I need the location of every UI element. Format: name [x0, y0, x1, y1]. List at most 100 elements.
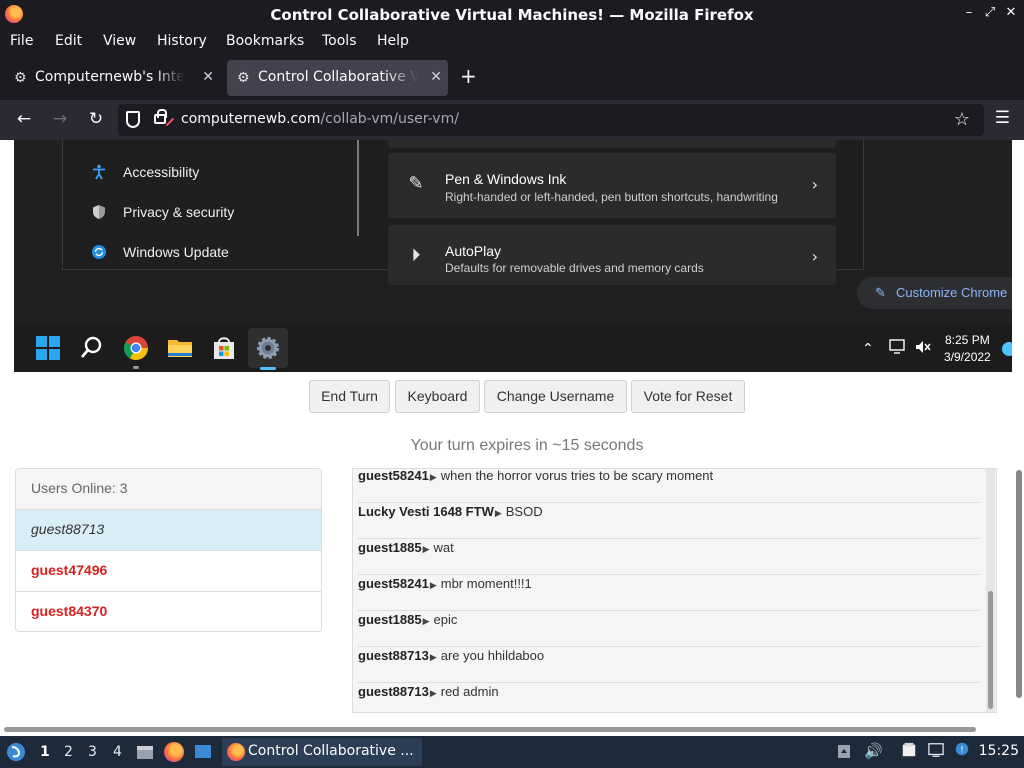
workspace-4[interactable]: 4: [113, 744, 122, 760]
file-explorer-icon[interactable]: [166, 334, 194, 362]
maximize-button[interactable]: ⤢: [982, 5, 998, 20]
menu-history[interactable]: History: [157, 33, 207, 49]
reload-button[interactable]: ↻: [85, 109, 107, 129]
change-username-button[interactable]: Change Username: [484, 380, 627, 413]
tab-collab-vm[interactable]: ⚙ Control Collaborative Virtual Machines…: [227, 60, 448, 96]
forward-button[interactable]: →: [49, 109, 71, 129]
vm-display[interactable]: Accessibility Privacy & security Windows…: [14, 140, 1012, 372]
network-icon[interactable]: [889, 339, 907, 355]
message-arrow-icon: ▶: [494, 508, 502, 518]
vm-sidebar-scrollbar[interactable]: [357, 140, 359, 236]
customize-chrome-button[interactable]: ✎ Customize Chrome: [857, 277, 1012, 309]
back-button[interactable]: ←: [13, 109, 35, 129]
new-tab-button[interactable]: +: [460, 64, 477, 88]
app-menu-button[interactable]: ☰: [995, 108, 1010, 128]
chat-text: when the horror vorus tries to be scary …: [440, 468, 714, 483]
menu-edit[interactable]: Edit: [55, 33, 82, 49]
keyboard-button[interactable]: Keyboard: [395, 380, 480, 413]
os-menu-icon[interactable]: [6, 742, 26, 762]
workspace-2[interactable]: 2: [64, 744, 73, 760]
store-icon[interactable]: [210, 334, 238, 362]
chevron-up-icon[interactable]: ⌃: [862, 341, 874, 357]
desktop-icon[interactable]: [193, 742, 213, 762]
firefox-logo-icon: [227, 743, 245, 761]
menu-file[interactable]: File: [10, 33, 33, 49]
tab-close-icon[interactable]: ✕: [430, 69, 442, 85]
users-online-panel: Users Online: 3 guest88713 guest47496 gu…: [15, 468, 322, 632]
chrome-icon[interactable]: [122, 334, 150, 362]
page-horizontal-scrollbar[interactable]: [4, 727, 976, 732]
clipboard-icon[interactable]: [836, 743, 852, 759]
menu-view[interactable]: View: [103, 33, 136, 49]
chat-username: guest58241: [358, 468, 429, 483]
vm-settings-card-partial[interactable]: [388, 140, 836, 148]
chat-username: guest1885: [358, 612, 422, 627]
url-path: /collab-vm/user-vm/: [320, 111, 459, 127]
address-bar[interactable]: computernewb.com/collab-vm/user-vm/ ☆: [118, 104, 984, 136]
chat-username: guest88713: [358, 684, 429, 699]
windows-start-icon[interactable]: [34, 334, 62, 362]
chat-username: guest88713: [358, 648, 429, 663]
tab-close-icon[interactable]: ✕: [202, 69, 214, 85]
accessibility-icon: [93, 164, 105, 180]
chevron-right-icon: ›: [811, 247, 818, 266]
update-notifier-icon[interactable]: !: [954, 741, 970, 757]
tab-computernewb[interactable]: ⚙ Computernewb's Internet ✕: [4, 60, 220, 96]
workspace-3[interactable]: 3: [88, 744, 97, 760]
turn-timer-text: Your turn expires in ~15 seconds: [410, 437, 644, 454]
vm-settings-card-pen[interactable]: ✎ Pen & Windows Ink Right-handed or left…: [388, 153, 836, 218]
chevron-right-icon: ›: [811, 175, 818, 194]
vm-sidebar-label: Accessibility: [123, 164, 200, 180]
message-arrow-icon: ▶: [429, 652, 437, 662]
speaker-muted-icon[interactable]: [914, 339, 932, 355]
insecure-lock-icon[interactable]: [154, 109, 167, 124]
page-vertical-scrollbar[interactable]: [1016, 470, 1022, 698]
settings-gear-icon[interactable]: [254, 334, 282, 362]
os-clock[interactable]: 15:25: [979, 743, 1019, 759]
search-icon[interactable]: [78, 334, 106, 362]
tab-bar: ⚙ Computernewb's Internet ✕ ⚙ Control Co…: [0, 54, 1024, 100]
close-button[interactable]: ✕: [1003, 5, 1019, 20]
customize-chrome-label: Customize Chrome: [896, 285, 1008, 300]
bookmark-star-icon[interactable]: ☆: [954, 109, 970, 130]
taskbar-window-firefox[interactable]: Control Collaborative ...: [222, 738, 422, 766]
site-favicon-icon: ⚙: [14, 70, 27, 86]
chat-text: epic: [433, 612, 458, 627]
vm-clock-date: 3/9/2022: [944, 350, 991, 364]
update-icon: [92, 245, 106, 259]
url-text[interactable]: computernewb.com/collab-vm/user-vm/: [181, 111, 459, 127]
users-online-header: Users Online: 3: [16, 469, 321, 510]
chat-panel[interactable]: guest58241 ▶ when the horror vorus tries t…: [352, 468, 997, 713]
network-icon[interactable]: [928, 742, 944, 758]
chat-message: guest58241▶ when the horror vorus tries t…: [358, 468, 980, 503]
vm-clock[interactable]: 8:25 PM 3/9/2022: [944, 332, 991, 366]
file-manager-icon[interactable]: [135, 742, 155, 762]
chat-message: Lucky Vesti 1648 FTW▶ BSOD: [358, 503, 980, 539]
minimize-button[interactable]: –: [961, 5, 977, 20]
menu-help[interactable]: Help: [377, 33, 409, 49]
user-row-admin[interactable]: guest84370: [16, 592, 321, 631]
volume-icon[interactable]: 🔊: [864, 742, 883, 760]
notes-icon[interactable]: [901, 742, 917, 758]
firefox-launcher-icon[interactable]: [164, 742, 184, 762]
vm-card-title: AutoPlay: [445, 243, 502, 259]
notification-badge-icon[interactable]: [1002, 342, 1012, 356]
end-turn-button[interactable]: End Turn: [309, 380, 390, 413]
vm-taskbar: ⌃ 8:25 PM 3/9/2022: [14, 325, 1012, 372]
menu-tools[interactable]: Tools: [322, 33, 357, 49]
vm-settings-card-autoplay[interactable]: ⏵ AutoPlay Defaults for removable drives…: [388, 225, 836, 285]
vote-reset-button[interactable]: Vote for Reset: [631, 380, 745, 413]
site-favicon-icon: ⚙: [237, 70, 250, 86]
chat-message: guest1885▶ wat: [358, 539, 980, 575]
workspace-1[interactable]: 1: [35, 740, 53, 764]
vm-settings-window: Accessibility Privacy & security Windows…: [62, 140, 864, 285]
chat-text: BSOD: [505, 504, 543, 519]
user-row-admin[interactable]: guest47496: [16, 551, 321, 592]
url-host: computernewb.com: [181, 111, 321, 127]
chat-scrollbar-thumb[interactable]: [988, 591, 993, 709]
menu-bookmarks[interactable]: Bookmarks: [226, 33, 304, 49]
user-row-self[interactable]: guest88713: [16, 510, 321, 551]
tracking-protection-shield-icon[interactable]: [126, 111, 140, 128]
menu-bar: File Edit View History Bookmarks Tools H…: [0, 30, 1024, 54]
message-arrow-icon: ▶: [429, 580, 437, 590]
